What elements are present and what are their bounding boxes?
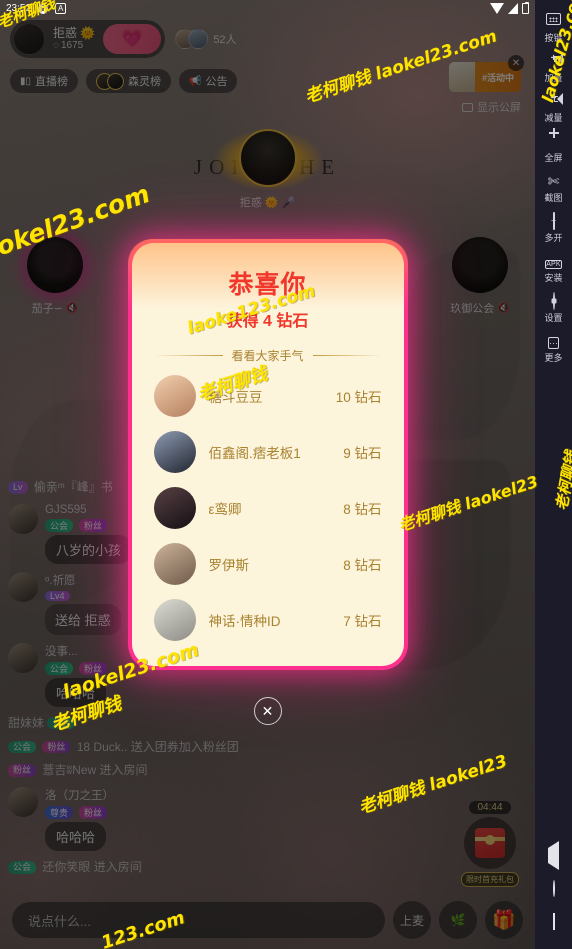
phone-screen: JOIN THE 拒惑 🌞 🎤 茄子∽ 🔇	[0, 0, 535, 949]
avatar	[153, 599, 196, 641]
sidebar-item-settings[interactable]: 设置	[535, 288, 572, 328]
recents-nav-icon	[552, 913, 555, 930]
multi-window-icon	[535, 212, 572, 230]
sidebar-item-volume-down[interactable]: − 减量	[535, 88, 572, 128]
table-row: 佰鑫阁.痞老板1 9 钻石	[132, 424, 404, 480]
modal-subtitle: 获得 4 钻石	[226, 313, 309, 330]
apk-install-icon: APK	[545, 260, 562, 269]
wifi-icon	[490, 3, 504, 14]
battery-icon	[522, 1, 529, 14]
winner-name: 佰鑫阁.痞老板1	[208, 446, 301, 461]
sidebar-item-label: 按键	[544, 33, 563, 43]
screenshot-root: JOIN THE 拒惑 🌞 🎤 茄子∽ 🔇	[0, 0, 572, 949]
sidebar-item-label: 设置	[544, 313, 563, 323]
sidebar-item-label: 截图	[544, 193, 563, 203]
modal-divider: 看看大家手气	[153, 347, 382, 364]
winner-name: ε鸾卿	[208, 502, 242, 517]
avatar	[153, 543, 196, 585]
reward-modal: 恭喜你 获得 4 钻石 看看大家手气 糖斗豆豆 10 钻石 佰鑫阁.痞老板1 9…	[127, 239, 408, 666]
winner-amount: 9 钻石	[343, 446, 382, 461]
nav-recents-button[interactable]	[535, 905, 572, 949]
sidebar-item-volume-up[interactable]: + 加量	[535, 48, 572, 88]
nav-back-button[interactable]	[535, 839, 572, 872]
emulator-sidebar: 按键 + 加量 − 减量 全屏 ✄ 截图 多开	[535, 0, 572, 949]
winner-amount: 7 钻石	[343, 614, 382, 629]
avatar	[153, 431, 196, 473]
sidebar-item-label: 多开	[544, 233, 563, 243]
sidebar-item-install-apk[interactable]: APK 安装	[535, 248, 572, 288]
sidebar-item-keyboard[interactable]: 按键	[535, 6, 572, 48]
avatar	[153, 375, 196, 417]
winner-amount: 8 钻石	[343, 502, 382, 517]
table-row: 糖斗豆豆 10 钻石	[132, 368, 404, 424]
sidebar-item-label: 加量	[544, 73, 563, 83]
modal-title: 恭喜你	[228, 271, 307, 299]
volume-up-icon: +	[535, 53, 572, 70]
status-bar: 23:52 i A	[0, 0, 535, 17]
fullscreen-icon	[535, 128, 572, 150]
avatar	[153, 487, 196, 529]
input-method-icon: A	[55, 3, 67, 14]
winner-name: 罗伊斯	[208, 558, 250, 573]
sidebar-item-more[interactable]: ··· 更多	[535, 328, 572, 368]
sidebar-item-label: 安装	[544, 273, 563, 283]
signal-icon	[508, 3, 518, 14]
more-icon: ···	[548, 337, 559, 349]
info-icon: i	[38, 3, 49, 14]
winner-name: 神话·情种ID	[208, 614, 281, 629]
table-row: 罗伊斯 8 钻石	[132, 536, 404, 592]
sidebar-item-multi-instance[interactable]: 多开	[535, 208, 572, 248]
sidebar-item-label: 更多	[544, 353, 563, 363]
home-nav-icon	[552, 880, 555, 897]
table-row: 神话·情种ID 7 钻石	[132, 592, 404, 648]
sidebar-item-label: 全屏	[544, 153, 563, 163]
divider-line-right	[312, 355, 382, 356]
divider-line-left	[153, 355, 223, 356]
divider-label: 看看大家手气	[231, 349, 304, 363]
sidebar-item-fullscreen[interactable]: 全屏	[535, 128, 572, 168]
back-nav-icon	[548, 841, 559, 870]
volume-down-icon: −	[535, 93, 572, 110]
sidebar-item-label: 减量	[544, 113, 563, 123]
nav-home-button[interactable]	[535, 872, 572, 905]
settings-icon	[535, 292, 572, 310]
sidebar-item-screenshot[interactable]: ✄ 截图	[535, 168, 572, 208]
modal-close-button[interactable]: ✕	[253, 697, 282, 725]
keyboard-icon	[535, 13, 572, 30]
winner-amount: 8 钻石	[343, 558, 382, 573]
winner-name: 糖斗豆豆	[208, 390, 263, 405]
table-row: ε鸾卿 8 钻石	[132, 480, 404, 536]
status-time: 23:52	[6, 3, 32, 14]
scissors-icon: ✄	[547, 173, 560, 189]
winner-amount: 10 钻石	[335, 390, 382, 405]
